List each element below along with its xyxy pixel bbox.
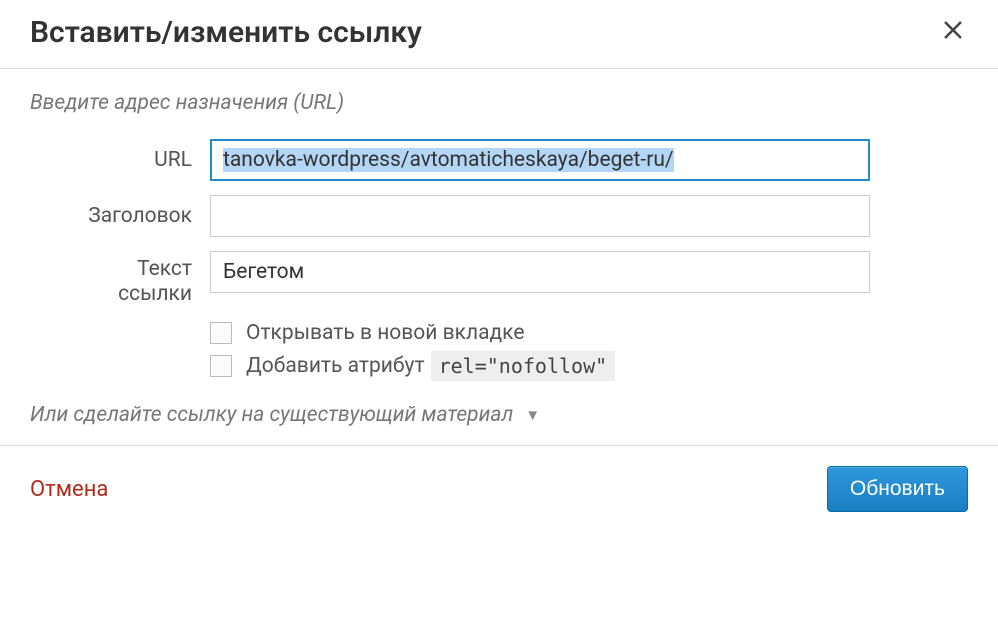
url-input[interactable]: tanovka-wordpress/avtomaticheskaya/beget…	[210, 139, 870, 181]
url-row: URL tanovka-wordpress/avtomaticheskaya/b…	[30, 139, 968, 181]
linktext-label-line1: Текст	[137, 257, 192, 281]
chevron-down-icon: ▼	[525, 406, 540, 424]
dialog-body: Введите адрес назначения (URL) URL tanov…	[0, 69, 998, 445]
submit-button[interactable]: Обновить	[827, 466, 968, 512]
existing-content-toggle[interactable]: Или сделайте ссылку на существующий мате…	[30, 403, 968, 427]
newtab-checkbox[interactable]	[210, 322, 232, 344]
section-hint: Введите адрес назначения (URL)	[30, 91, 968, 115]
url-label: URL	[30, 148, 210, 172]
newtab-label: Открывать в новой вкладке	[246, 321, 525, 345]
options-block: Открывать в новой вкладке Добавить атриб…	[210, 321, 968, 381]
linktext-row: Текст ссылки	[30, 251, 968, 307]
link-dialog: Вставить/изменить ссылку Введите адрес н…	[0, 0, 998, 532]
newtab-option[interactable]: Открывать в новой вкладке	[210, 321, 968, 345]
linktext-input[interactable]	[210, 251, 870, 293]
nofollow-option[interactable]: Добавить атрибут rel="nofollow"	[210, 351, 968, 381]
linktext-label: Текст ссылки	[30, 251, 210, 307]
nofollow-code: rel="nofollow"	[431, 351, 616, 381]
dialog-title: Вставить/изменить ссылку	[30, 15, 422, 50]
title-label: Заголовок	[30, 204, 210, 228]
nofollow-label: Добавить атрибут	[246, 354, 425, 378]
existing-label: Или сделайте ссылку на существующий мате…	[30, 403, 513, 427]
dialog-footer: Отмена Обновить	[0, 445, 998, 532]
linktext-label-line2: ссылки	[118, 282, 192, 306]
url-value: tanovka-wordpress/avtomaticheskaya/beget…	[223, 148, 674, 172]
nofollow-checkbox[interactable]	[210, 355, 232, 377]
dialog-header: Вставить/изменить ссылку	[0, 0, 998, 69]
title-row: Заголовок	[30, 195, 968, 237]
close-icon[interactable]	[938, 14, 968, 50]
title-input[interactable]	[210, 195, 870, 237]
cancel-button[interactable]: Отмена	[30, 477, 108, 502]
